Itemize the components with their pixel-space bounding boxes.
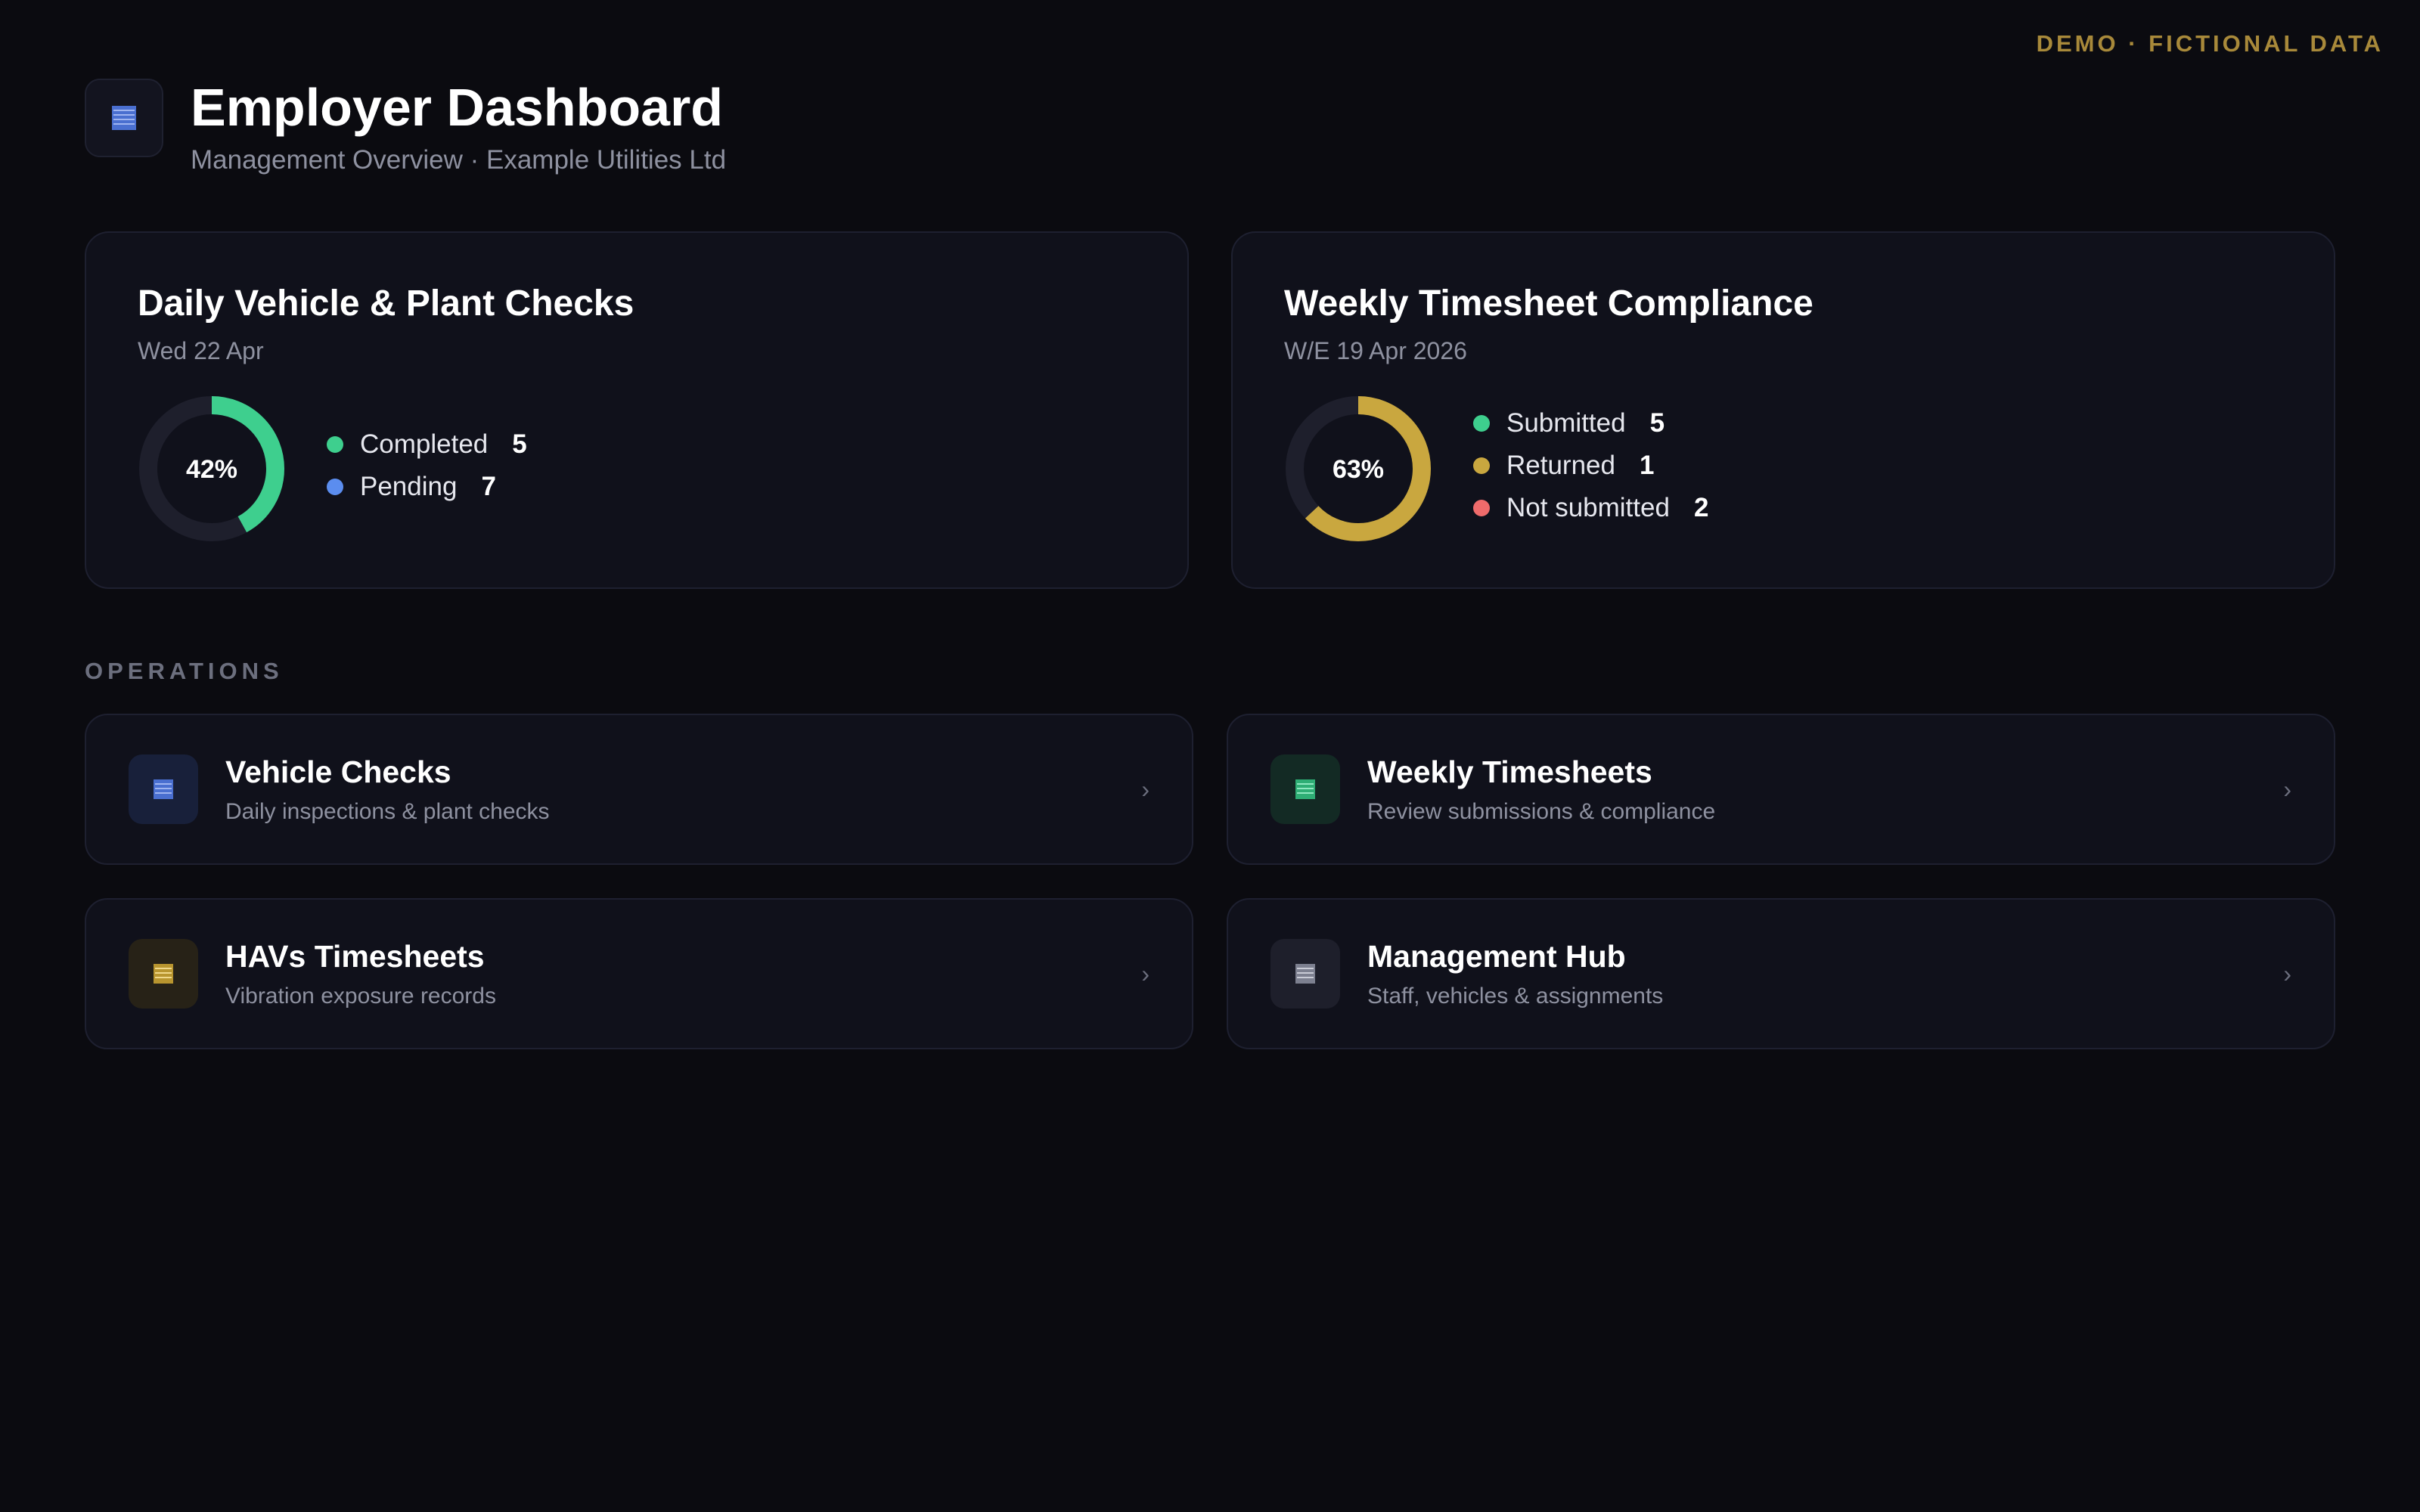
legend-item-returned: Returned 1	[1473, 445, 1708, 487]
vehicle-checks-donut: 42%	[139, 396, 284, 541]
legend-value: 1	[1639, 451, 1655, 480]
chevron-right-icon: ›	[1141, 959, 1150, 987]
legend-label: Completed	[360, 429, 489, 459]
page-header: Employer Dashboard Management Overview ·…	[85, 79, 726, 175]
card-date: Wed 22 Apr	[138, 337, 264, 364]
chevron-right-icon: ›	[2283, 959, 2291, 987]
legend-value: 2	[1693, 493, 1709, 522]
legend-label: Submitted	[1506, 408, 1626, 438]
legend-value: 7	[481, 472, 496, 501]
chevron-right-icon: ›	[2283, 775, 2291, 803]
timesheet-compliance-donut: 63%	[1286, 396, 1431, 541]
section-heading-operations: OPERATIONS	[85, 658, 284, 684]
card-date: W/E 19 Apr 2026	[1284, 337, 1467, 364]
legend-label: Pending	[360, 472, 458, 501]
nav-card-havs-timesheets[interactable]: HAVs Timesheets Vibration exposure recor…	[85, 898, 1193, 1049]
nav-card-management-hub[interactable]: Management Hub Staff, vehicles & assignm…	[1227, 898, 2335, 1049]
status-dot-icon	[1473, 415, 1490, 432]
legend-value: 5	[512, 429, 527, 459]
legend-item-pending: Pending 7	[327, 466, 527, 508]
card-title: Daily Vehicle & Plant Checks	[138, 284, 634, 324]
status-dot-icon	[327, 436, 343, 453]
nav-card-description: Review submissions & compliance	[1367, 798, 1716, 824]
status-dot-icon	[1473, 457, 1490, 474]
chevron-right-icon: ›	[1141, 775, 1150, 803]
nav-card-description: Staff, vehicles & assignments	[1367, 983, 1664, 1009]
document-icon	[1270, 939, 1340, 1009]
document-icon	[85, 79, 163, 157]
nav-card-title: Weekly Timesheets	[1367, 754, 1652, 789]
legend-value: 5	[1649, 408, 1665, 438]
document-icon	[129, 754, 198, 824]
status-dot-icon	[1473, 500, 1490, 516]
nav-card-title: HAVs Timesheets	[225, 938, 485, 974]
vehicle-checks-summary-card: Daily Vehicle & Plant Checks Wed 22 Apr …	[85, 231, 1189, 589]
timesheet-compliance-summary-card: Weekly Timesheet Compliance W/E 19 Apr 2…	[1231, 231, 2335, 589]
demo-data-label: DEMO · FICTIONAL DATA	[2036, 30, 2384, 57]
nav-card-description: Vibration exposure records	[225, 983, 496, 1009]
document-icon	[129, 939, 198, 1009]
timesheet-compliance-legend: Submitted 5 Returned 1 Not submitted 2	[1473, 402, 1708, 529]
nav-card-title: Vehicle Checks	[225, 754, 451, 789]
donut-percent-label: 42%	[186, 455, 237, 484]
vehicle-checks-legend: Completed 5 Pending 7	[327, 423, 527, 508]
nav-card-title: Management Hub	[1367, 938, 1626, 974]
document-icon	[1270, 754, 1340, 824]
legend-item-completed: Completed 5	[327, 423, 527, 466]
donut-percent-label: 63%	[1333, 455, 1384, 484]
status-dot-icon	[327, 479, 343, 495]
nav-card-description: Daily inspections & plant checks	[225, 798, 550, 824]
nav-card-vehicle-checks[interactable]: Vehicle Checks Daily inspections & plant…	[85, 714, 1193, 865]
legend-label: Returned	[1506, 451, 1615, 480]
legend-item-submitted: Submitted 5	[1473, 402, 1708, 445]
page-title: Employer Dashboard	[191, 78, 724, 137]
legend-item-not-submitted: Not submitted 2	[1473, 487, 1708, 529]
legend-label: Not submitted	[1506, 493, 1670, 522]
nav-card-weekly-timesheets[interactable]: Weekly Timesheets Review submissions & c…	[1227, 714, 2335, 865]
page-subtitle: Management Overview · Example Utilities …	[191, 145, 727, 175]
card-title: Weekly Timesheet Compliance	[1284, 284, 1813, 324]
